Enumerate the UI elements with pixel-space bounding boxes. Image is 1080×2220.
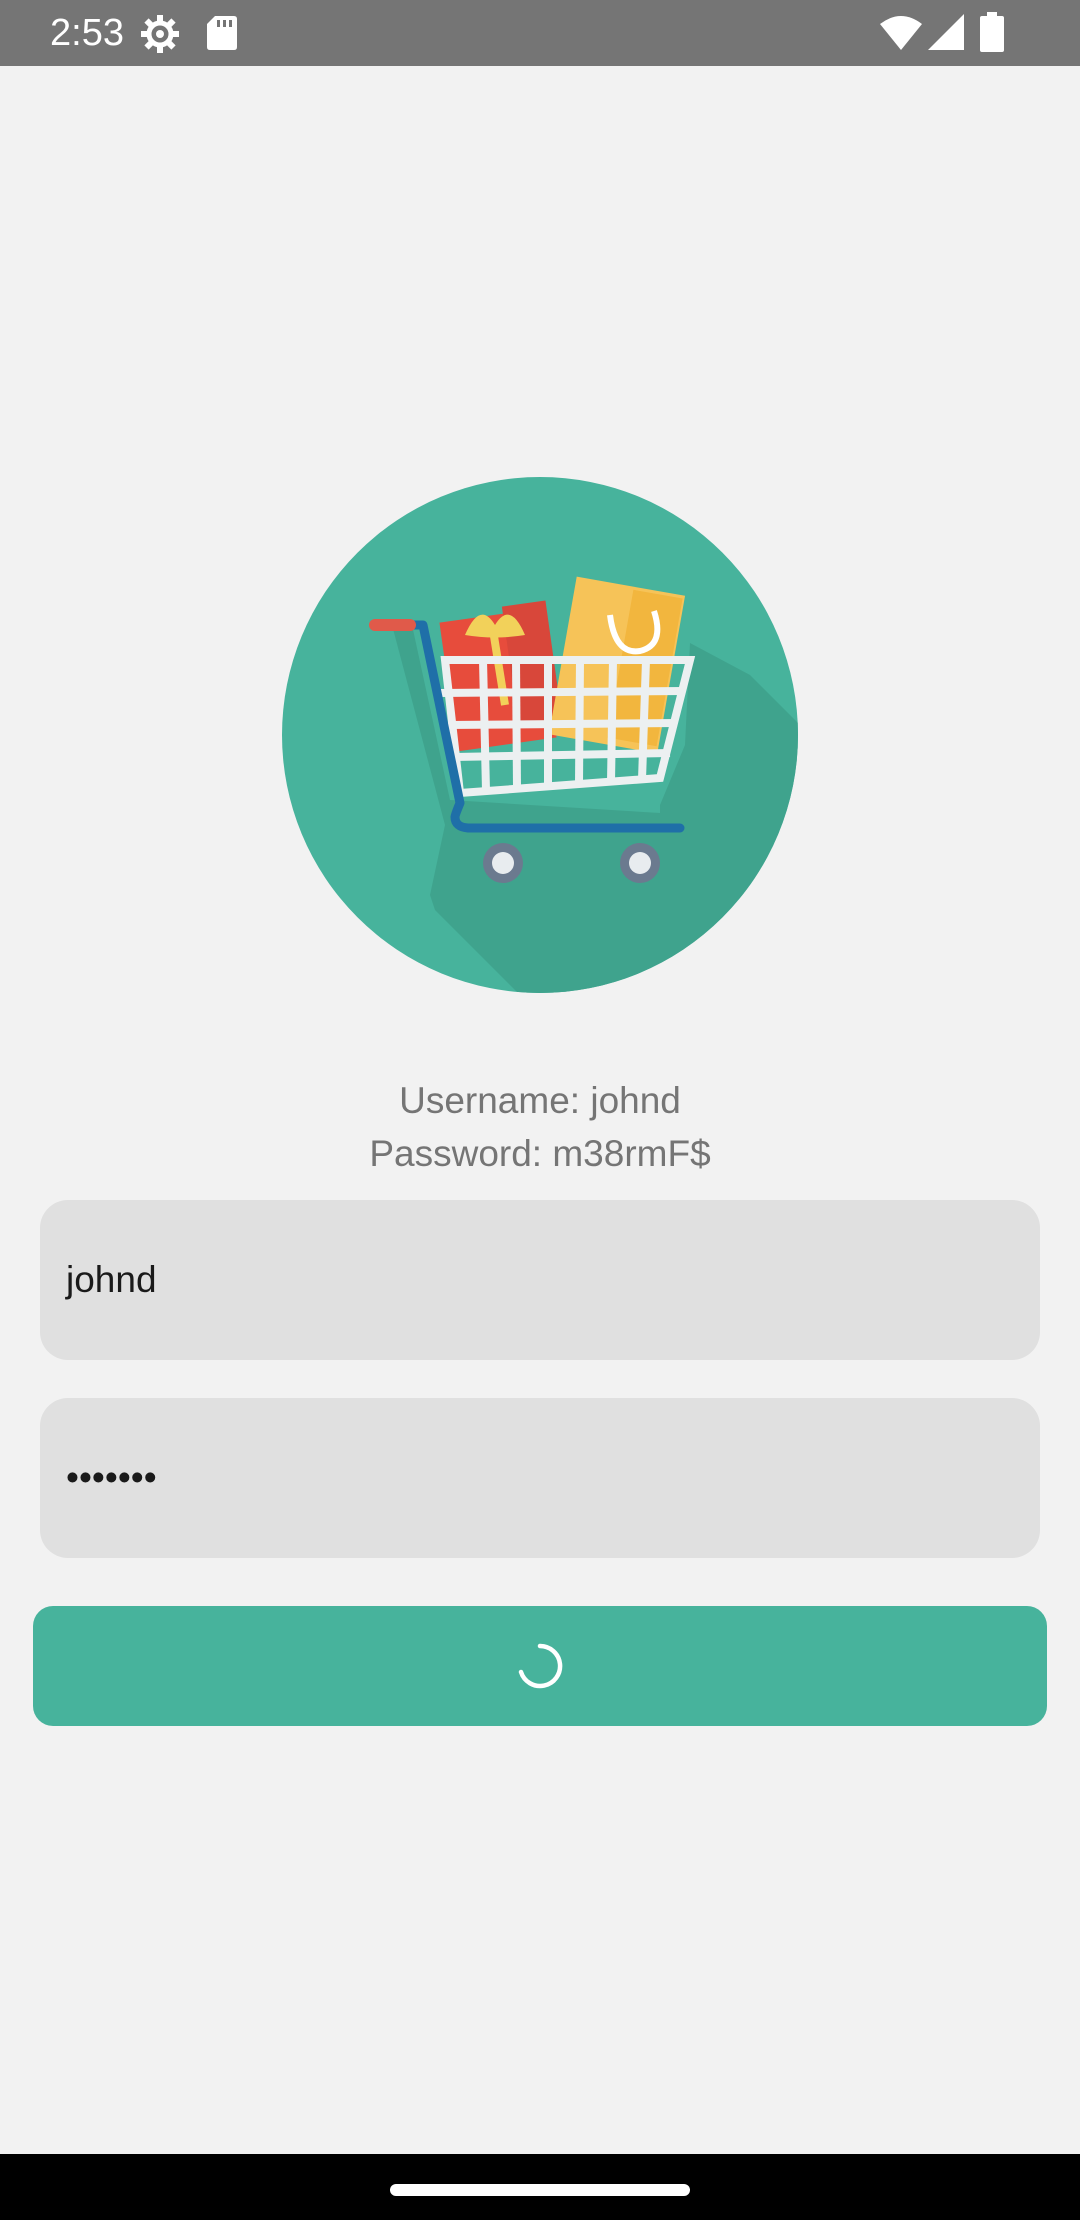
battery-icon — [980, 12, 1004, 52]
username-hint: Username: johnd — [399, 1080, 681, 1121]
password-field-value: ••••••• — [66, 1457, 157, 1498]
password-hint: Password: m38rmF$ — [369, 1133, 711, 1174]
username-field-value: johnd — [66, 1259, 157, 1300]
loading-spinner-icon — [518, 1643, 563, 1689]
settings-gear-icon — [141, 15, 179, 53]
home-gesture-pill[interactable] — [390, 2184, 690, 2196]
password-field[interactable]: ••••••• — [40, 1398, 1040, 1558]
status-bar: 2:53 — [0, 0, 1080, 66]
shopping-cart-icon — [282, 477, 798, 993]
login-button[interactable] — [33, 1606, 1047, 1726]
username-field[interactable]: johnd — [40, 1200, 1040, 1360]
navigation-bar — [0, 2154, 1080, 2220]
app-logo — [280, 475, 800, 995]
status-time: 2:53 — [50, 12, 124, 54]
cellular-signal-icon — [928, 14, 964, 50]
wifi-icon — [880, 16, 922, 50]
sd-card-icon — [207, 16, 237, 50]
